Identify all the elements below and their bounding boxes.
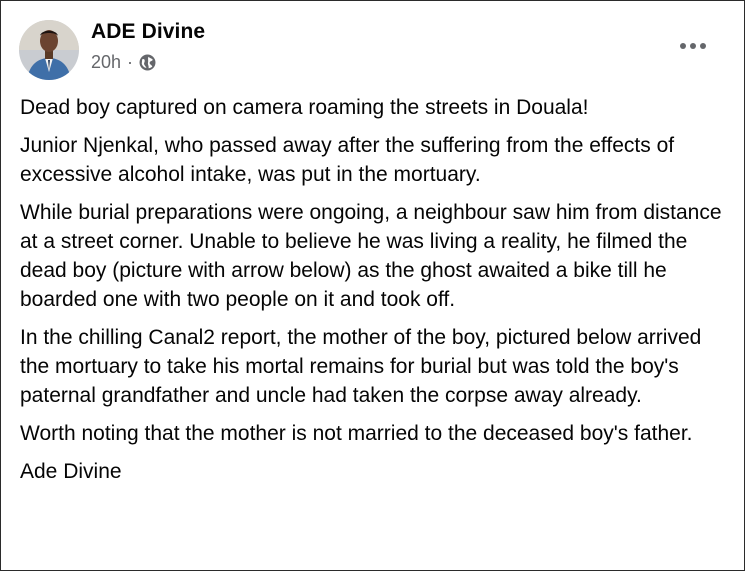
post-paragraph: Dead boy captured on camera roaming the … — [20, 96, 589, 119]
post-paragraph: In the chilling Canal2 report, the mothe… — [20, 326, 702, 407]
post-body: Dead boy captured on camera roaming the … — [20, 93, 725, 495]
facebook-post: ADE Divine 20h · Dead boy captured on ca… — [0, 0, 745, 571]
globe-icon[interactable] — [139, 54, 156, 71]
more-options-icon[interactable] — [678, 34, 708, 58]
post-paragraph: Worth noting that the mother is not marr… — [20, 422, 693, 445]
more-dot — [700, 43, 706, 49]
avatar[interactable] — [19, 20, 79, 80]
more-dot — [690, 43, 696, 49]
meta-separator: · — [127, 52, 134, 72]
post-paragraph: While burial preparations were ongoing, … — [20, 201, 722, 311]
post-timestamp[interactable]: 20h — [91, 52, 121, 73]
avatar-image — [19, 20, 79, 80]
post-meta: 20h · — [91, 52, 156, 73]
author-name[interactable]: ADE Divine — [91, 20, 205, 44]
more-dot — [680, 43, 686, 49]
post-paragraph: Junior Njenkal, who passed away after th… — [20, 134, 675, 186]
post-signature: Ade Divine — [20, 460, 122, 483]
